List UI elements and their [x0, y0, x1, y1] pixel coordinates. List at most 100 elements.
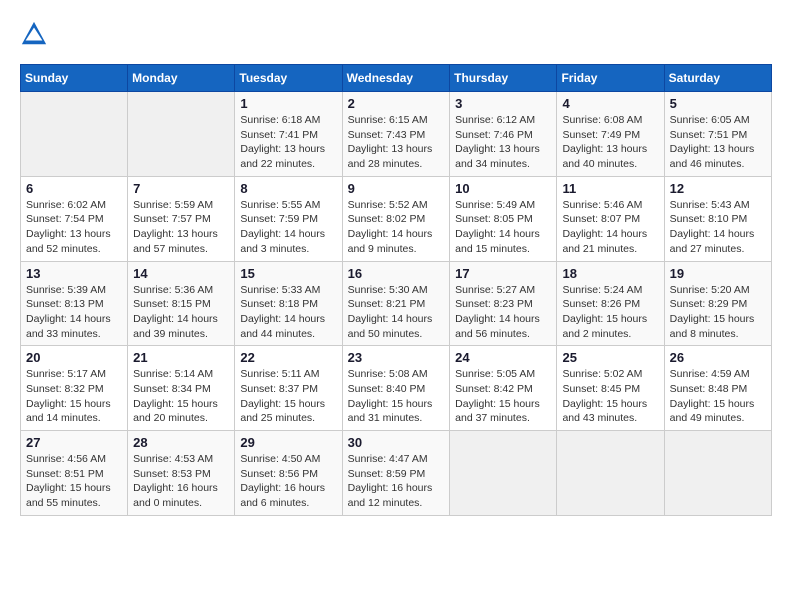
- day-cell: 21 Sunrise: 5:14 AMSunset: 8:34 PMDayligh…: [128, 346, 235, 431]
- day-cell: 29Sunrise: 4:50 AMSunset: 8:56 PMDayligh…: [235, 431, 342, 516]
- day-number: 9: [348, 181, 445, 196]
- day-number: 10: [455, 181, 551, 196]
- day-info: Sunrise: 4:56 AMSunset: 8:51 PMDaylight:…: [26, 452, 122, 511]
- day-info: Sunrise: 5:05 AMSunset: 8:42 PMDaylight:…: [455, 367, 551, 426]
- day-cell: [664, 431, 771, 516]
- day-info: Sunrise: 5:43 AMSunset: 8:10 PMDaylight:…: [670, 198, 766, 257]
- day-cell: 18 Sunrise: 5:24 AMSunset: 8:26 PMDayligh…: [557, 261, 664, 346]
- logo: [20, 20, 52, 48]
- day-number: 23: [348, 350, 445, 365]
- day-cell: 14Sunrise: 5:36 AMSunset: 8:15 PMDayligh…: [128, 261, 235, 346]
- day-info: Sunrise: 5:27 AMSunset: 8:23 PMDaylight:…: [455, 283, 551, 342]
- day-number: 30: [348, 435, 445, 450]
- week-row-3: 13 Sunrise: 5:39 AMSunset: 8:13 PMDayligh…: [21, 261, 772, 346]
- day-cell: 30 Sunrise: 4:47 AMSunset: 8:59 PMDayligh…: [342, 431, 450, 516]
- day-number: 17: [455, 266, 551, 281]
- day-cell: 7Sunrise: 5:59 AMSunset: 7:57 PMDaylight…: [128, 176, 235, 261]
- day-number: 16: [348, 266, 445, 281]
- day-cell: [128, 92, 235, 177]
- day-number: 28: [133, 435, 229, 450]
- day-cell: 25 Sunrise: 5:02 AMSunset: 8:45 PMDayligh…: [557, 346, 664, 431]
- day-cell: 22Sunrise: 5:11 AMSunset: 8:37 PMDayligh…: [235, 346, 342, 431]
- day-cell: 2 Sunrise: 6:15 AMSunset: 7:43 PMDaylight…: [342, 92, 450, 177]
- day-info: Sunrise: 5:52 AMSunset: 8:02 PMDaylight:…: [348, 198, 445, 257]
- day-cell: 9 Sunrise: 5:52 AMSunset: 8:02 PMDaylight…: [342, 176, 450, 261]
- day-number: 15: [240, 266, 336, 281]
- page-header: [20, 20, 772, 48]
- day-number: 25: [562, 350, 658, 365]
- weekday-header-saturday: Saturday: [664, 65, 771, 92]
- day-number: 7: [133, 181, 229, 196]
- day-info: Sunrise: 6:15 AMSunset: 7:43 PMDaylight:…: [348, 113, 445, 172]
- day-cell: 10 Sunrise: 5:49 AMSunset: 8:05 PMDayligh…: [450, 176, 557, 261]
- day-number: 1: [240, 96, 336, 111]
- day-number: 8: [240, 181, 336, 196]
- day-cell: 24 Sunrise: 5:05 AMSunset: 8:42 PMDayligh…: [450, 346, 557, 431]
- day-number: 5: [670, 96, 766, 111]
- week-row-1: 1 Sunrise: 6:18 AMSunset: 7:41 PMDaylight…: [21, 92, 772, 177]
- day-info: Sunrise: 6:02 AMSunset: 7:54 PMDaylight:…: [26, 198, 122, 257]
- day-cell: 5 Sunrise: 6:05 AMSunset: 7:51 PMDaylight…: [664, 92, 771, 177]
- day-info: Sunrise: 5:24 AMSunset: 8:26 PMDaylight:…: [562, 283, 658, 342]
- day-info: Sunrise: 5:08 AMSunset: 8:40 PMDaylight:…: [348, 367, 445, 426]
- day-info: Sunrise: 6:05 AMSunset: 7:51 PMDaylight:…: [670, 113, 766, 172]
- day-cell: 19Sunrise: 5:20 AMSunset: 8:29 PMDayligh…: [664, 261, 771, 346]
- day-cell: 16 Sunrise: 5:30 AMSunset: 8:21 PMDayligh…: [342, 261, 450, 346]
- day-cell: 8 Sunrise: 5:55 AMSunset: 7:59 PMDaylight…: [235, 176, 342, 261]
- weekday-header-tuesday: Tuesday: [235, 65, 342, 92]
- day-cell: 4 Sunrise: 6:08 AMSunset: 7:49 PMDaylight…: [557, 92, 664, 177]
- day-cell: 11 Sunrise: 5:46 AMSunset: 8:07 PMDayligh…: [557, 176, 664, 261]
- day-number: 3: [455, 96, 551, 111]
- day-number: 26: [670, 350, 766, 365]
- day-info: Sunrise: 5:02 AMSunset: 8:45 PMDaylight:…: [562, 367, 658, 426]
- day-info: Sunrise: 5:14 AMSunset: 8:34 PMDaylight:…: [133, 367, 229, 426]
- day-number: 2: [348, 96, 445, 111]
- day-cell: 12 Sunrise: 5:43 AMSunset: 8:10 PMDayligh…: [664, 176, 771, 261]
- day-info: Sunrise: 5:55 AMSunset: 7:59 PMDaylight:…: [240, 198, 336, 257]
- day-number: 24: [455, 350, 551, 365]
- day-info: Sunrise: 5:17 AMSunset: 8:32 PMDaylight:…: [26, 367, 122, 426]
- day-info: Sunrise: 5:46 AMSunset: 8:07 PMDaylight:…: [562, 198, 658, 257]
- day-info: Sunrise: 6:18 AMSunset: 7:41 PMDaylight:…: [240, 113, 336, 172]
- calendar-table: SundayMondayTuesdayWednesdayThursdayFrid…: [20, 64, 772, 516]
- day-number: 18: [562, 266, 658, 281]
- week-row-4: 20Sunrise: 5:17 AMSunset: 8:32 PMDayligh…: [21, 346, 772, 431]
- day-cell: 6 Sunrise: 6:02 AMSunset: 7:54 PMDaylight…: [21, 176, 128, 261]
- weekday-header-wednesday: Wednesday: [342, 65, 450, 92]
- day-cell: 3 Sunrise: 6:12 AMSunset: 7:46 PMDaylight…: [450, 92, 557, 177]
- day-number: 14: [133, 266, 229, 281]
- weekday-header-sunday: Sunday: [21, 65, 128, 92]
- day-cell: 26Sunrise: 4:59 AMSunset: 8:48 PMDayligh…: [664, 346, 771, 431]
- week-row-5: 27Sunrise: 4:56 AMSunset: 8:51 PMDayligh…: [21, 431, 772, 516]
- day-cell: [450, 431, 557, 516]
- day-number: 11: [562, 181, 658, 196]
- day-number: 6: [26, 181, 122, 196]
- weekday-header-monday: Monday: [128, 65, 235, 92]
- logo-icon: [20, 20, 48, 48]
- day-number: 12: [670, 181, 766, 196]
- day-info: Sunrise: 4:47 AMSunset: 8:59 PMDaylight:…: [348, 452, 445, 511]
- weekday-header-thursday: Thursday: [450, 65, 557, 92]
- day-cell: 27Sunrise: 4:56 AMSunset: 8:51 PMDayligh…: [21, 431, 128, 516]
- day-info: Sunrise: 4:53 AMSunset: 8:53 PMDaylight:…: [133, 452, 229, 511]
- day-info: Sunrise: 5:11 AMSunset: 8:37 PMDaylight:…: [240, 367, 336, 426]
- day-number: 21: [133, 350, 229, 365]
- day-cell: 13 Sunrise: 5:39 AMSunset: 8:13 PMDayligh…: [21, 261, 128, 346]
- weekday-header-friday: Friday: [557, 65, 664, 92]
- day-cell: 20Sunrise: 5:17 AMSunset: 8:32 PMDayligh…: [21, 346, 128, 431]
- day-info: Sunrise: 4:50 AMSunset: 8:56 PMDaylight:…: [240, 452, 336, 511]
- week-row-2: 6 Sunrise: 6:02 AMSunset: 7:54 PMDaylight…: [21, 176, 772, 261]
- day-cell: [21, 92, 128, 177]
- day-info: Sunrise: 5:30 AMSunset: 8:21 PMDaylight:…: [348, 283, 445, 342]
- day-cell: 1 Sunrise: 6:18 AMSunset: 7:41 PMDaylight…: [235, 92, 342, 177]
- weekday-header-row: SundayMondayTuesdayWednesdayThursdayFrid…: [21, 65, 772, 92]
- day-number: 4: [562, 96, 658, 111]
- day-cell: 23 Sunrise: 5:08 AMSunset: 8:40 PMDayligh…: [342, 346, 450, 431]
- day-info: Sunrise: 5:49 AMSunset: 8:05 PMDaylight:…: [455, 198, 551, 257]
- day-info: Sunrise: 6:08 AMSunset: 7:49 PMDaylight:…: [562, 113, 658, 172]
- day-info: Sunrise: 5:20 AMSunset: 8:29 PMDaylight:…: [670, 283, 766, 342]
- day-number: 13: [26, 266, 122, 281]
- day-cell: 15Sunrise: 5:33 AMSunset: 8:18 PMDayligh…: [235, 261, 342, 346]
- day-info: Sunrise: 5:39 AMSunset: 8:13 PMDaylight:…: [26, 283, 122, 342]
- day-info: Sunrise: 6:12 AMSunset: 7:46 PMDaylight:…: [455, 113, 551, 172]
